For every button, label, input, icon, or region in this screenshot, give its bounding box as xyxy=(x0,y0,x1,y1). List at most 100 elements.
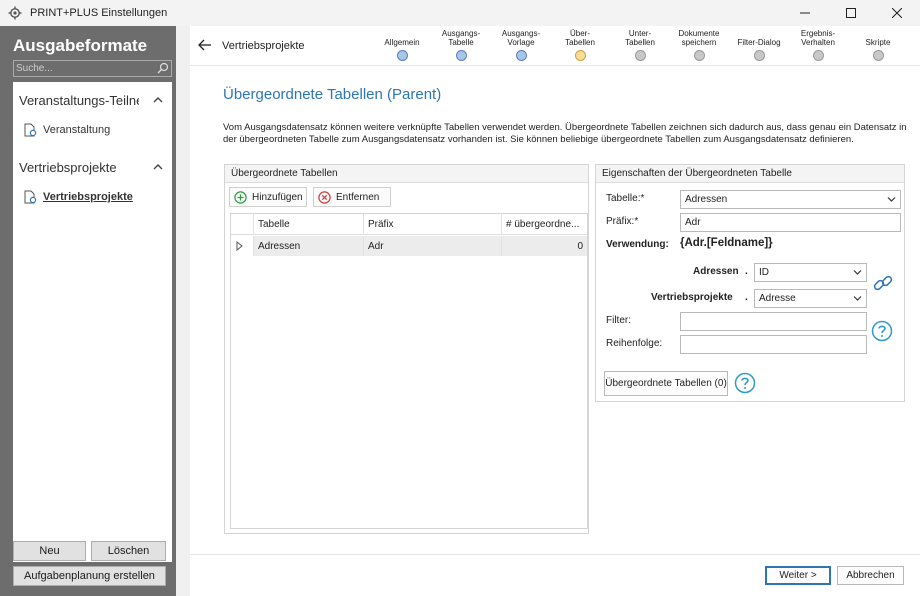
window-title: PRINT+PLUS Einstellungen xyxy=(30,7,168,19)
step-indicator xyxy=(574,50,586,61)
table-row[interactable]: Adressen Adr 0 xyxy=(231,236,587,256)
step-label: Ausgangs- Tabelle xyxy=(441,29,481,47)
chevron-up-icon xyxy=(153,164,163,170)
parent-subtables-button[interactable]: Übergeordnete Tabellen (0) xyxy=(604,371,728,396)
panel-header: Eigenschaften der Übergeordneten Tabelle xyxy=(596,165,904,183)
cancel-button[interactable]: Abbrechen xyxy=(837,566,904,585)
maximize-button[interactable] xyxy=(828,0,874,26)
step-indicator xyxy=(515,50,527,61)
prefix-value: Adr xyxy=(685,217,701,228)
sort-label: Reihenfolge: xyxy=(606,338,663,349)
maximize-icon xyxy=(846,8,856,18)
step-indicator xyxy=(812,50,824,61)
minimize-icon xyxy=(800,12,810,14)
step-label: Ausgangs- Vorlage xyxy=(501,29,541,47)
search-icon xyxy=(157,62,169,74)
step-label: Unter- Tabellen xyxy=(625,29,655,47)
step-indicator xyxy=(396,50,408,61)
usage-value: {Adr.[Feldname]} xyxy=(680,237,773,249)
window-titlebar: PRINT+PLUS Einstellungen xyxy=(0,0,920,26)
close-button[interactable] xyxy=(874,0,920,26)
step-label: Allgemein xyxy=(384,38,420,47)
link-right-dot: . xyxy=(745,292,748,303)
schedule-task-button[interactable]: Aufgabenplanung erstellen xyxy=(13,566,166,586)
delete-button[interactable]: Löschen xyxy=(91,541,166,561)
step-ergebnis-verhalten[interactable]: Ergebnis- Verhalten xyxy=(788,27,848,61)
sidebar-group-label: Vertriebsprojekte xyxy=(19,159,117,175)
filter-field[interactable] xyxy=(680,312,867,331)
minimize-button[interactable] xyxy=(782,0,828,26)
step-allgemein[interactable]: Allgemein xyxy=(372,27,432,61)
breadcrumb: Vertriebsprojekte xyxy=(222,40,305,52)
sidebar-item-vertriebsprojekte[interactable]: Vertriebsprojekte xyxy=(13,185,172,209)
chevron-down-icon xyxy=(853,270,862,275)
add-button-label: Hinzufügen xyxy=(252,191,303,203)
step-indicator xyxy=(753,50,765,61)
cell-prefix: Adr xyxy=(363,236,501,256)
table-label: Tabelle:* xyxy=(606,193,645,204)
usage-label: Verwendung: xyxy=(606,239,669,250)
document-settings-icon xyxy=(24,190,37,204)
link-left-label: Adressen xyxy=(693,266,739,277)
next-button[interactable]: Weiter > xyxy=(765,566,831,585)
search-input[interactable]: Suche... xyxy=(13,60,172,77)
remove-table-button[interactable]: Entfernen xyxy=(313,187,391,207)
sort-field[interactable] xyxy=(680,335,867,354)
help-icon[interactable] xyxy=(871,320,893,342)
step-label: Skripte xyxy=(865,38,891,47)
remove-circle-icon xyxy=(318,190,331,204)
step-ausgangs-tabelle[interactable]: Ausgangs- Tabelle xyxy=(431,27,491,61)
step-ueber-tabellen[interactable]: Über- Tabellen xyxy=(550,27,610,61)
sidebar-group-label: Veranstaltungs-Teilneh xyxy=(19,92,139,108)
filter-label: Filter: xyxy=(606,315,631,326)
step-skripte[interactable]: Skripte xyxy=(848,27,908,61)
expand-arrow-icon xyxy=(236,240,243,252)
expander-column-header xyxy=(231,214,253,235)
sidebar-title: Ausgabeformate xyxy=(13,36,148,55)
search-placeholder: Suche... xyxy=(16,63,53,74)
parent-tables-grid: Tabelle Präfix # übergeordne... Adressen… xyxy=(230,213,588,529)
table-select[interactable]: Adressen xyxy=(680,190,901,209)
step-dokumente-speichern[interactable]: Dokumente speichern xyxy=(669,27,729,61)
back-arrow-icon[interactable] xyxy=(198,39,212,51)
prefix-field[interactable]: Adr xyxy=(680,213,901,232)
step-label: Über- Tabellen xyxy=(565,29,595,47)
link-left-value: ID xyxy=(759,267,769,278)
sidebar-item-label: Vertriebsprojekte xyxy=(43,191,133,203)
sidebar-item-veranstaltung[interactable]: Veranstaltung xyxy=(13,118,172,142)
row-expander[interactable] xyxy=(231,236,253,256)
link-left-field-select[interactable]: ID xyxy=(754,263,867,282)
link-icon[interactable] xyxy=(872,272,894,294)
add-circle-icon xyxy=(234,190,247,204)
step-unter-tabellen[interactable]: Unter- Tabellen xyxy=(610,27,670,61)
column-header-count[interactable]: # übergeordne... xyxy=(501,214,587,235)
prefix-label: Präfix:* xyxy=(606,216,639,227)
properties-panel: Eigenschaften der Übergeordneten Tabelle… xyxy=(595,164,905,402)
sidebar-group-veranstaltung[interactable]: Veranstaltungs-Teilneh xyxy=(13,85,172,115)
sidebar-group-vertriebsprojekte[interactable]: Vertriebsprojekte xyxy=(13,152,172,182)
link-right-field-select[interactable]: Adresse xyxy=(754,289,867,308)
step-label: Filter-Dialog xyxy=(737,38,781,47)
parent-tables-panel: Übergeordnete Tabellen Hinzufügen Entfer… xyxy=(224,164,589,534)
link-right-value: Adresse xyxy=(759,293,796,304)
link-left-dot: . xyxy=(745,266,748,277)
column-header-prefix[interactable]: Präfix xyxy=(363,214,501,235)
sidebar-tree: Veranstaltungs-Teilneh Veranstaltung Ver… xyxy=(13,82,172,562)
column-header-table[interactable]: Tabelle xyxy=(253,214,363,235)
step-ausgangs-vorlage[interactable]: Ausgangs- Vorlage xyxy=(491,27,551,61)
step-filter-dialog[interactable]: Filter-Dialog xyxy=(729,27,789,61)
main-panel: Vertriebsprojekte Allgemein Ausgangs- Ta… xyxy=(190,26,920,596)
new-button[interactable]: Neu xyxy=(13,541,86,561)
cell-table: Adressen xyxy=(253,236,363,256)
wizard-header: Vertriebsprojekte Allgemein Ausgangs- Ta… xyxy=(190,26,920,66)
help-icon[interactable] xyxy=(734,372,756,394)
document-settings-icon xyxy=(24,123,37,137)
step-indicator xyxy=(455,50,467,61)
page-title: Übergeordnete Tabellen (Parent) xyxy=(223,86,442,103)
add-table-button[interactable]: Hinzufügen xyxy=(229,187,307,207)
sidebar: Ausgabeformate Suche... Veranstaltungs-T… xyxy=(0,26,176,596)
step-label: Dokumente speichern xyxy=(678,29,720,47)
footer-divider xyxy=(190,554,920,555)
page-description: Vom Ausgangsdatensatz können weitere ver… xyxy=(223,122,907,145)
grid-header: Tabelle Präfix # übergeordne... xyxy=(231,214,587,235)
